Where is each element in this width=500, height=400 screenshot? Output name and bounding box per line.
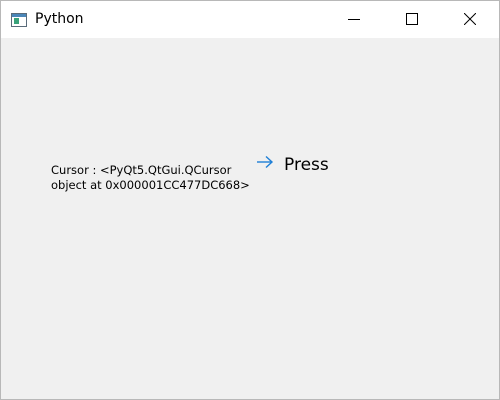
minimize-icon: [348, 19, 360, 20]
maximize-button[interactable]: [389, 1, 435, 38]
arrow-right-icon: [256, 154, 274, 169]
client-area: Cursor : <PyQt5.QtGui.QCursor object at …: [1, 38, 499, 399]
window-title: Python: [35, 11, 84, 27]
app-window: Python Cursor : <PyQt5.QtGui.QCursor obj…: [0, 0, 500, 400]
cursor-info-label: Cursor : <PyQt5.QtGui.QCursor object at …: [51, 163, 250, 192]
minimize-button[interactable]: [331, 1, 377, 38]
title-bar[interactable]: Python: [1, 1, 499, 38]
close-icon: [464, 13, 476, 25]
app-icon: [11, 12, 27, 27]
close-button[interactable]: [447, 1, 493, 38]
press-button[interactable]: Press: [256, 150, 329, 180]
maximize-icon: [406, 13, 418, 25]
press-button-label: Press: [284, 155, 329, 175]
